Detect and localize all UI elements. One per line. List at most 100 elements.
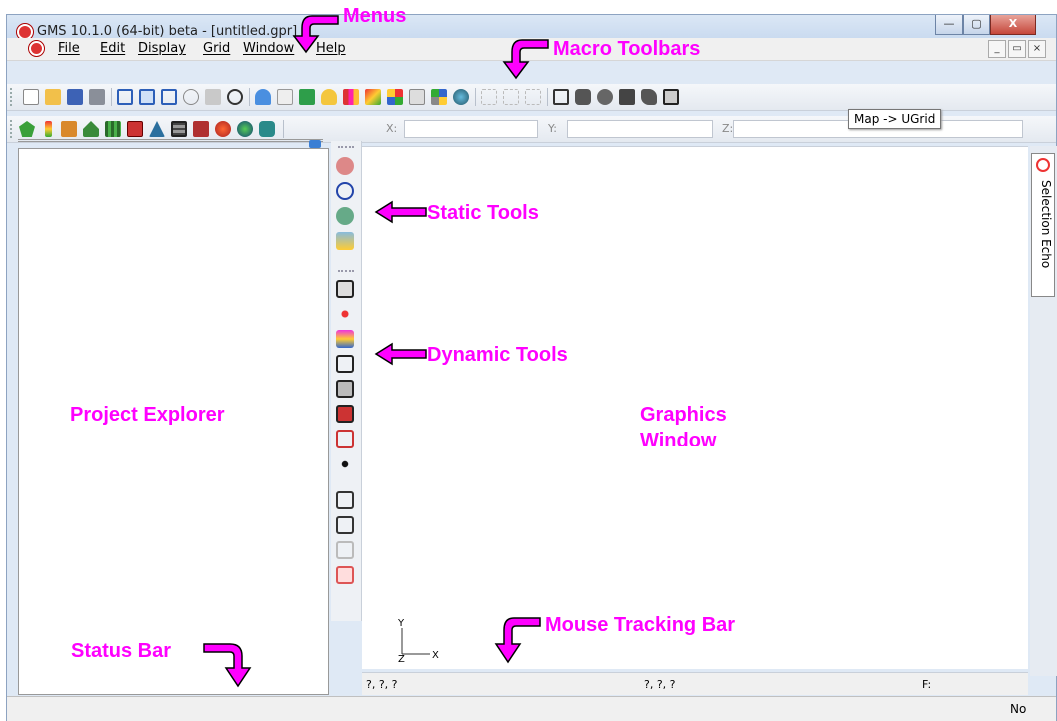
view-front-icon[interactable] [117, 89, 133, 105]
globe-icon[interactable] [453, 89, 469, 105]
toolbar-grip[interactable] [10, 120, 15, 138]
arrow-dynamic-tools-icon [374, 342, 427, 366]
frame-icon[interactable] [227, 89, 243, 105]
gms-logo-icon[interactable] [29, 41, 44, 56]
k-index-disabled-icon [336, 541, 354, 559]
mdi-close-button[interactable]: × [1028, 40, 1046, 58]
select-mesh-faces-icon[interactable] [336, 566, 354, 584]
view-top-icon[interactable] [161, 89, 177, 105]
print-icon[interactable] [89, 89, 105, 105]
arrow-macro-toolbars-icon [502, 39, 549, 80]
pan-tool-icon[interactable] [336, 157, 354, 175]
tool-grip[interactable] [338, 146, 354, 150]
conceptual-model-icon[interactable] [83, 121, 99, 137]
tooltip: Map -> UGrid [848, 109, 942, 129]
annotation-macro-toolbars: Macro Toolbars [553, 38, 701, 60]
toolbar-separator [249, 88, 250, 106]
select-node-icon[interactable] [336, 455, 354, 473]
convert-disabled-icon [503, 89, 519, 105]
select-points-icon[interactable] [336, 305, 354, 323]
select-block-icon[interactable] [336, 405, 354, 423]
properties-icon[interactable] [277, 89, 293, 105]
toolbar-separator [547, 88, 548, 106]
annotation-mouse-tracking-bar: Mouse Tracking Bar [545, 614, 736, 636]
toolbar-separator [283, 120, 284, 138]
rotate-tool-icon[interactable] [336, 207, 354, 225]
save-icon[interactable] [67, 89, 83, 105]
tracking-value-left: ?, ?, ? [366, 678, 398, 691]
annotation-project-explorer: Project Explorer [70, 404, 225, 426]
select-column-icon[interactable] [336, 355, 354, 373]
z-coordinate-label: Z: [722, 122, 734, 135]
pin-icon[interactable] [309, 140, 321, 148]
annotation-menus: Menus [343, 5, 407, 27]
minimize-button[interactable]: — [935, 15, 963, 35]
annotation-graphics-line2: Window [640, 430, 717, 446]
arrow-menus-icon [292, 15, 339, 54]
map-to-grid-icon[interactable] [575, 89, 591, 105]
map-to-solid-icon[interactable] [619, 89, 635, 105]
measure-tool-icon[interactable] [336, 232, 354, 250]
select-cells-icon[interactable] [336, 280, 354, 298]
new-icon[interactable] [23, 89, 39, 105]
map-module-icon[interactable] [215, 121, 231, 137]
menu-edit[interactable]: Edit [100, 41, 125, 56]
annotation-status-bar: Status Bar [71, 640, 172, 662]
menu-window[interactable]: Window [243, 41, 294, 56]
lightbulb-icon[interactable] [321, 89, 337, 105]
rotate-icon[interactable] [205, 89, 221, 105]
display-options-icon[interactable] [255, 89, 271, 105]
map-to-mesh-icon[interactable] [597, 89, 613, 105]
window-title: GMS 10.1.0 (64-bit) beta - [untitled.gpr… [37, 24, 298, 39]
mesh-module-icon[interactable] [149, 121, 165, 137]
2d-grid-module-icon[interactable] [105, 121, 121, 137]
scatter-module-icon[interactable] [127, 121, 143, 137]
zoom-tool-icon[interactable] [336, 182, 354, 200]
menu-file[interactable]: File [58, 41, 80, 56]
ugrid-module-icon[interactable] [259, 121, 275, 137]
gis-module-icon[interactable] [237, 121, 253, 137]
y-coordinate-field[interactable] [567, 120, 713, 138]
refresh-icon[interactable] [299, 89, 315, 105]
select-faces-icon[interactable] [336, 430, 354, 448]
maximize-button[interactable]: ▢ [963, 15, 990, 35]
annotation-static-tools: Static Tools [427, 202, 539, 224]
convert-disabled-icon [481, 89, 497, 105]
mdi-minimize-button[interactable]: _ [988, 40, 1006, 58]
tracking-value-middle: ?, ?, ? [644, 678, 676, 691]
tin-module-icon[interactable] [19, 121, 35, 137]
axis-z-label: Z [398, 654, 405, 665]
open-icon[interactable] [45, 89, 61, 105]
layers-icon[interactable] [387, 89, 403, 105]
annotation-graphics-window: Graphics Window [640, 404, 780, 446]
plot-wizard-icon[interactable] [343, 89, 359, 105]
select-layer-icon[interactable] [336, 330, 354, 348]
menu-display[interactable]: Display [138, 41, 186, 56]
annotation-graphics-line1: Graphics [640, 404, 727, 426]
tool-grip[interactable] [338, 270, 354, 274]
i-index-icon[interactable] [336, 491, 354, 509]
solid-module-icon[interactable] [61, 121, 77, 137]
map-to-modflow-icon[interactable] [641, 89, 657, 105]
select-row-icon[interactable] [336, 380, 354, 398]
close-button[interactable]: X [990, 15, 1036, 35]
menu-grid[interactable]: Grid [203, 41, 230, 56]
status-bar [7, 696, 1056, 721]
borehole-module-icon[interactable] [45, 121, 52, 137]
map-to-tin-icon[interactable] [553, 89, 569, 105]
toolbar-grip[interactable] [10, 88, 15, 106]
grid-builder-icon[interactable] [431, 89, 447, 105]
3d-grid-module-icon[interactable] [171, 121, 187, 137]
contour-icon[interactable] [365, 89, 381, 105]
j-index-icon[interactable] [336, 516, 354, 534]
calculator-icon[interactable] [409, 89, 425, 105]
convert-disabled-icon [525, 89, 541, 105]
view-side-icon[interactable] [139, 89, 155, 105]
map-to-ugrid-icon[interactable] [663, 89, 679, 105]
mdi-restore-button[interactable]: ▭ [1008, 40, 1026, 58]
arrow-static-tools-icon [374, 200, 427, 224]
x-coordinate-field[interactable] [404, 120, 538, 138]
oblique-view-icon[interactable] [183, 89, 199, 105]
3d-mesh-module-icon[interactable] [193, 121, 209, 137]
echo-icon [1036, 158, 1050, 172]
